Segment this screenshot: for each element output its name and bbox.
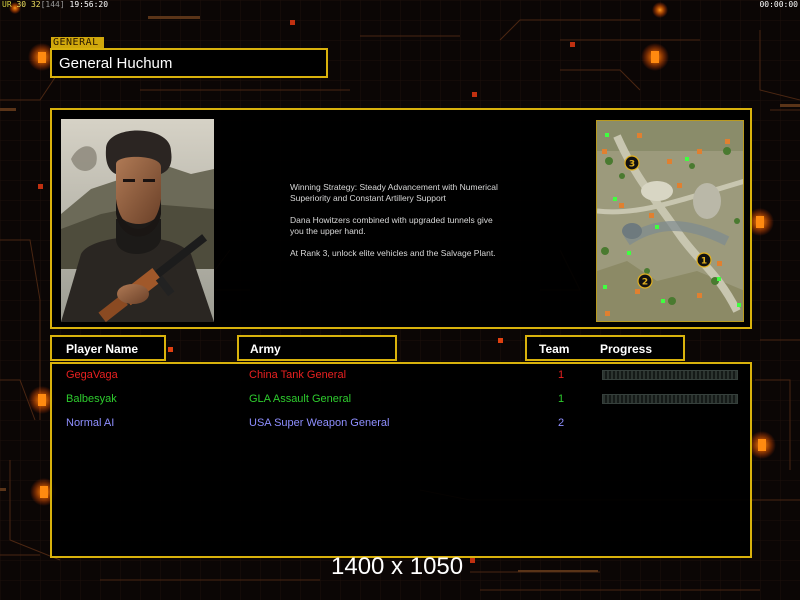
header-army[interactable]: Army (237, 335, 397, 361)
header-team-label: Team (539, 342, 570, 356)
general-name: General Huchum (59, 55, 173, 72)
progress-bar (602, 370, 738, 380)
map-marker-2: 2 (642, 278, 648, 288)
general-title-box: General Huchum (50, 48, 328, 78)
player-army: China Tank General (249, 369, 347, 381)
hud-memory: [144] (40, 0, 65, 9)
general-portrait-image (61, 119, 214, 322)
players-table: GegaVaga China Tank General 1 Balbesyak … (50, 362, 752, 558)
map-marker-1: 1 (701, 257, 707, 267)
general-portrait (61, 119, 214, 322)
progress-bar (602, 394, 738, 404)
table-row: Balbesyak GLA Assault General 1 (52, 390, 750, 410)
header-player-name-label: Player Name (66, 342, 139, 356)
strategy-line-3: At Rank 3, unlock elite vehicles and the… (290, 248, 496, 258)
header-player-name[interactable]: Player Name (50, 335, 166, 361)
strategy-text: Winning Strategy: Steady Advancement wit… (290, 182, 550, 270)
hud-clock: 19:56:20 (69, 0, 109, 9)
map-preview-image: 3 1 2 (597, 121, 743, 321)
player-army: USA Super Weapon General (249, 417, 390, 429)
player-army: GLA Assault General (249, 393, 352, 405)
player-name: Normal AI (66, 417, 115, 429)
strategy-line-2: Dana Howitzers combined with upgraded tu… (290, 215, 493, 236)
table-row: Normal AI USA Super Weapon General 2 (52, 414, 750, 434)
player-team: 2 (558, 417, 565, 429)
player-team: 1 (558, 369, 565, 381)
header-army-label: Army (250, 342, 281, 356)
header-progress-label: Progress (600, 342, 653, 356)
general-tag: GENERAL (51, 37, 104, 48)
map-marker-3: 3 (629, 160, 635, 170)
table-row: GegaVaga China Tank General 1 (52, 366, 750, 386)
hud-fps: 30 (16, 0, 27, 9)
debug-hud: UR 30 32[144] 19:56:20 (2, 0, 108, 10)
player-name: GegaVaga (66, 369, 118, 381)
map-preview: 3 1 2 (596, 120, 744, 322)
header-team-progress[interactable]: Team Progress (525, 335, 685, 361)
hud-timer: 00:00:00 (759, 0, 798, 9)
hud-ur: UR (2, 0, 12, 9)
resolution-label: 1400 x 1050 (331, 553, 464, 580)
player-name: Balbesyak (66, 393, 117, 405)
general-info-panel: Winning Strategy: Steady Advancement wit… (50, 108, 752, 329)
player-team: 1 (558, 393, 565, 405)
hud-fps-detail: 32 (30, 0, 41, 9)
strategy-line-1: Winning Strategy: Steady Advancement wit… (290, 182, 498, 203)
